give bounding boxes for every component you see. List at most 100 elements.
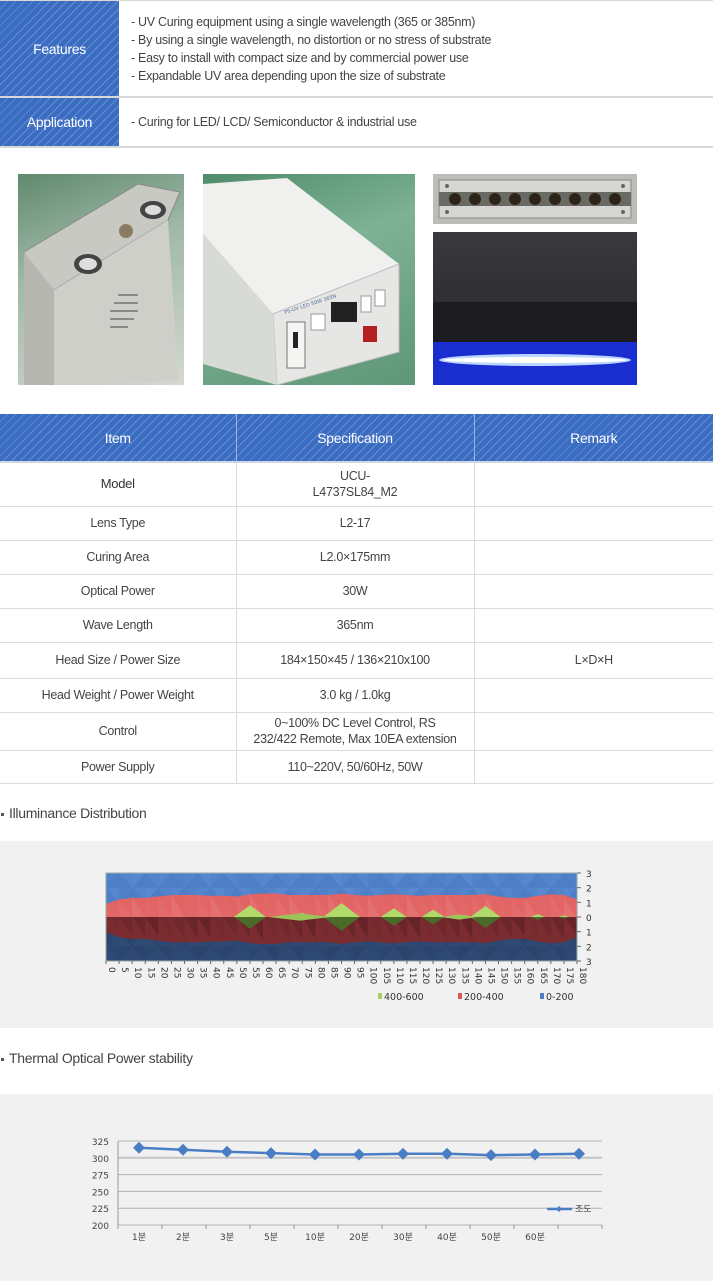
spec-value-line: 30W [342, 584, 368, 598]
spec-value: 30W [236, 574, 475, 609]
bullet-icon [1, 1057, 4, 1061]
spec-value: L2.0×175mm [236, 540, 475, 575]
x-tick-label: 140 [472, 967, 482, 984]
y-tick-label: 3 [586, 870, 592, 880]
x-tick-label: 35 [198, 967, 208, 978]
features-table: Features - UV Curing equipment using a s… [0, 0, 713, 148]
spec-value-line: 184×150×45 / 136×210x100 [280, 653, 430, 667]
x-tick-label: 125 [433, 967, 443, 984]
x-tick-label: 20 [158, 967, 168, 979]
spec-item: Wave Length [0, 608, 237, 643]
x-tick-label: 165 [538, 967, 548, 984]
feature-item: - Easy to install with compact size and … [131, 50, 469, 65]
x-tick-label: 2분 [176, 1232, 190, 1243]
thermal-line-chart: 200 225 250 275 300 325 1분 2분 3분 5분 10분 20분 30분 40분 50… [92, 1138, 603, 1243]
uv-head-unit-photo [18, 174, 184, 385]
led-array-photo [433, 174, 637, 224]
x-tick-label: 155 [512, 967, 522, 984]
x-tick-label: 0 [106, 967, 116, 973]
y-tick-label: 2 [586, 943, 592, 953]
spec-value-line: L2.0×175mm [319, 550, 391, 564]
spec-row: Head Size / Power Size 184×150×45 / 136×2… [0, 642, 713, 679]
power-controller-photo: PS-UV LED 50W 365N [203, 174, 415, 385]
spec-remark [474, 678, 713, 713]
spec-table: Item Specification Remark Model UCU- L4737… [0, 414, 713, 784]
x-tick-label: 3분 [220, 1232, 234, 1243]
spec-value: 184×150×45 / 136×210x100 [236, 642, 475, 679]
legend-label: 200-400 [464, 992, 504, 1003]
y-tick-label: 250 [92, 1188, 109, 1198]
illuminance-title-text: Illuminance Distribution [9, 805, 147, 821]
x-tick-label: 70 [289, 967, 299, 979]
spec-value-line: L2-17 [339, 516, 371, 530]
spec-item: Curing Area [0, 540, 237, 575]
header-specification: Specification [236, 414, 475, 463]
thermal-title-text: Thermal Optical Power stability [9, 1050, 193, 1066]
x-tick-label: 5분 [264, 1232, 278, 1243]
spec-value-line: 232/422 Remote, Max 10EA extension [253, 732, 457, 746]
spec-value: 0~100% DC Level Control, RS 232/422 Remot… [236, 712, 475, 751]
spec-header-row: Item Specification Remark [0, 414, 713, 463]
x-tick-label: 45 [224, 967, 234, 978]
application-label: Application [0, 98, 119, 146]
data-point [221, 1145, 233, 1158]
x-tick-label: 95 [355, 967, 365, 978]
x-tick-label: 160 [525, 967, 535, 984]
illuminance-heatmap: 32101230 5 10 15 20 25 30 35 40 45 50 55 60 65 70 75 80 8… [105, 870, 592, 1003]
x-tick-label: 60분 [525, 1232, 545, 1243]
legend-swatch [378, 993, 382, 999]
x-tick-label: 90 [342, 967, 352, 979]
x-tick-label: 15 [145, 967, 155, 978]
x-tick-label: 100 [368, 967, 378, 984]
spec-value: 110~220V, 50/60Hz, 50W [236, 750, 475, 784]
spec-row: Model UCU- L4737SL84_M2 [0, 462, 713, 507]
spec-item: Power Supply [0, 750, 237, 784]
spec-remark [474, 540, 713, 575]
spec-value: L2-17 [236, 506, 475, 541]
spec-item: Control [0, 712, 237, 751]
legend-swatch [458, 993, 462, 999]
spec-value: 365nm [236, 608, 475, 643]
x-tick-label: 30 [185, 967, 195, 979]
x-tick-label: 150 [499, 967, 509, 984]
legend-label: 0-200 [546, 992, 574, 1003]
x-tick-label: 175 [564, 967, 574, 984]
spec-remark [474, 750, 713, 784]
y-tick-label: 1 [586, 899, 592, 909]
legend-marker [556, 1206, 562, 1212]
y-tick-label: 225 [92, 1205, 109, 1215]
spec-value-line: UCU- [339, 469, 371, 484]
x-tick-label: 40 [211, 967, 221, 979]
features-list: - UV Curing equipment using a single wav… [119, 1, 713, 96]
spec-remark [474, 608, 713, 643]
spec-remark [474, 462, 713, 507]
bullet-icon [1, 812, 4, 816]
application-text: - Curing for LED/ LCD/ Semiconductor & i… [131, 115, 417, 129]
x-tick-label: 50분 [481, 1232, 501, 1243]
data-point [133, 1141, 145, 1154]
feature-item: - Expandable UV area depending upon the … [131, 68, 446, 83]
spec-item: Model [0, 462, 237, 507]
y-tick-label: 0 [586, 914, 592, 924]
features-label: Features [0, 1, 119, 96]
header-item: Item [0, 414, 237, 463]
x-tick-label: 65 [276, 967, 286, 978]
x-tick-label: 30분 [393, 1232, 413, 1243]
x-tick-label: 145 [485, 967, 495, 984]
illuminance-section-title: Illuminance Distribution [0, 805, 147, 821]
header-remark: Remark [474, 414, 713, 463]
spec-value-line: 3.0 kg / 1.0kg [319, 688, 391, 702]
spec-value: UCU- L4737SL84_M2 [236, 462, 475, 507]
thermal-section-title: Thermal Optical Power stability [0, 1050, 193, 1066]
spec-row: Power Supply 110~220V, 50/60Hz, 50W [0, 750, 713, 784]
x-tick-label: 55 [250, 967, 260, 978]
spec-item: Head Weight / Power Weight [0, 678, 237, 713]
spec-value-line: L4737SL84_M2 [312, 485, 398, 500]
x-tick-label: 85 [328, 967, 338, 978]
x-tick-label: 10분 [305, 1232, 325, 1243]
data-point [177, 1143, 189, 1156]
x-tick-label: 25 [171, 967, 181, 978]
spec-row: Wave Length 365nm [0, 608, 713, 643]
y-tick-label: 200 [92, 1222, 109, 1232]
x-tick-label: 40분 [437, 1232, 457, 1243]
